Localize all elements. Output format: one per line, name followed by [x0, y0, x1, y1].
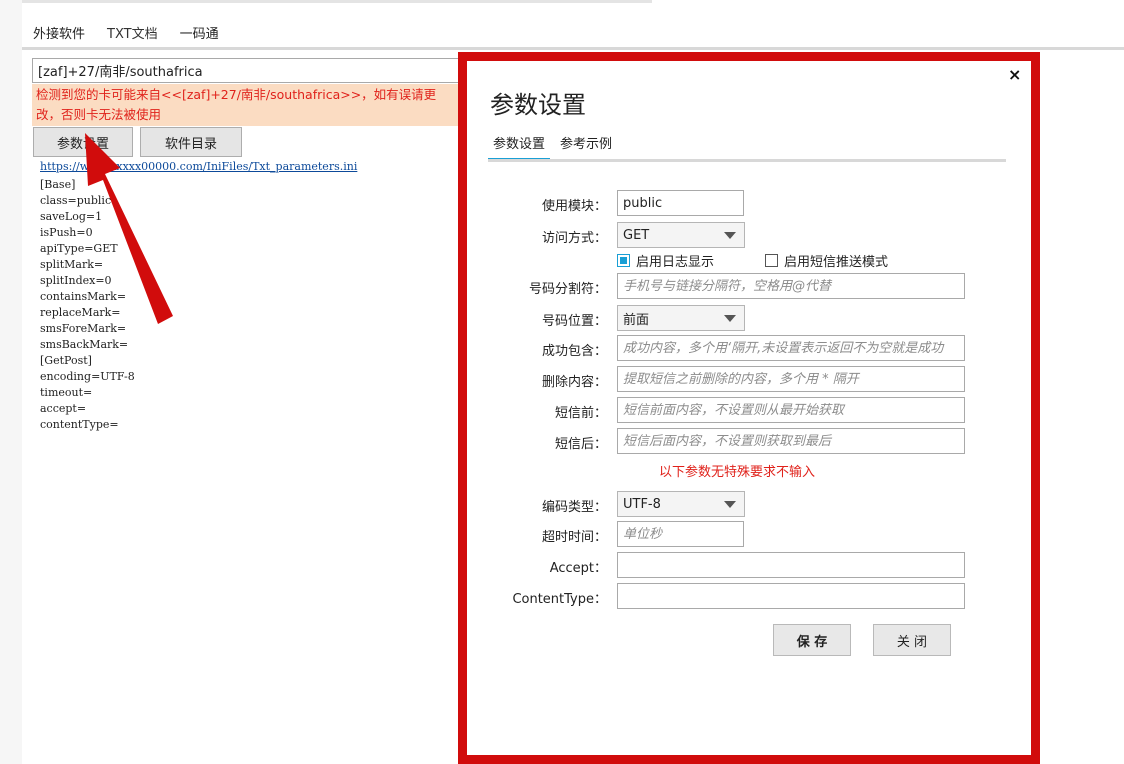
- contains-mark-field[interactable]: [617, 335, 965, 361]
- encoding-select[interactable]: UTF-8: [617, 491, 745, 517]
- ini-line: timeout=: [40, 386, 93, 399]
- dialog-tabs: 参数设置 参考示例: [488, 125, 622, 161]
- tab-reference-example[interactable]: 参考示例: [555, 125, 617, 161]
- software-directory-button[interactable]: 软件目录: [140, 127, 242, 157]
- sms-back-mark-field[interactable]: [617, 428, 965, 454]
- position-select-value: 前面: [623, 312, 650, 328]
- chevron-down-icon: [724, 315, 736, 322]
- sms-fore-mark-field[interactable]: [617, 397, 965, 423]
- ini-line: [Base]: [40, 178, 76, 191]
- optional-params-note: 以下参数无特殊要求不输入: [659, 465, 816, 480]
- content-type-label: ContentType：: [512, 592, 607, 607]
- ini-line: encoding=UTF-8: [40, 370, 135, 383]
- ini-line: class=public: [40, 194, 112, 207]
- dialog-tabs-divider: [488, 159, 1006, 162]
- ini-line: [GetPost]: [40, 354, 92, 367]
- method-select-value: GET: [623, 227, 650, 243]
- ini-line: smsForeMark=: [40, 322, 127, 335]
- ini-line: splitIndex=0: [40, 274, 112, 287]
- remove-label: 删除内容：: [541, 375, 607, 390]
- method-label: 访问方式：: [541, 231, 607, 246]
- tab-param-settings[interactable]: 参数设置: [488, 125, 551, 161]
- ini-line: isPush=0: [40, 226, 93, 239]
- ini-line: splitMark=: [40, 258, 104, 271]
- module-label: 使用模块：: [541, 199, 607, 214]
- accept-label: Accept：: [549, 561, 607, 576]
- tab-external-software[interactable]: 外接软件: [22, 18, 96, 50]
- checkbox-unchecked-icon: [765, 254, 778, 267]
- sms-after-label: 短信后：: [554, 437, 607, 452]
- encoding-label: 编码类型：: [541, 500, 607, 515]
- ini-line: saveLog=1: [40, 210, 103, 223]
- timeout-label: 超时时间：: [541, 530, 607, 545]
- config-file-link[interactable]: https://www.xxxxx00000.com/IniFiles/Txt_…: [40, 160, 357, 173]
- ini-line: contentType=: [40, 418, 119, 431]
- dialog-title: 参数设置: [490, 91, 586, 119]
- ini-line: apiType=GET: [40, 242, 118, 255]
- position-label: 号码位置：: [541, 314, 607, 329]
- ini-line: replaceMark=: [40, 306, 121, 319]
- left-gutter: [0, 0, 22, 764]
- country-source-input[interactable]: [32, 58, 462, 83]
- split-label: 号码分割符：: [528, 282, 607, 297]
- top-divider: [22, 0, 652, 3]
- close-icon[interactable]: ×: [1008, 65, 1021, 84]
- tab-one-code[interactable]: 一码通: [169, 18, 230, 50]
- checkbox-checked-icon: [617, 254, 630, 267]
- contains-label: 成功包含：: [541, 344, 607, 359]
- sms-push-checkbox[interactable]: 启用短信推送模式: [765, 251, 888, 270]
- param-settings-dialog: 参数设置 × 参数设置 参考示例 使用模块： 访问方式： GET 启用日志显示 …: [458, 52, 1040, 764]
- close-button[interactable]: 关 闭: [873, 624, 951, 656]
- content-type-field[interactable]: [617, 583, 965, 609]
- sms-before-label: 短信前：: [554, 406, 607, 421]
- chevron-down-icon: [724, 501, 736, 508]
- ini-config-text: [Base] class=public saveLog=1 isPush=0 apiTy…: [40, 177, 135, 433]
- log-display-checkbox[interactable]: 启用日志显示: [617, 251, 714, 270]
- module-field[interactable]: [617, 190, 744, 216]
- accept-field[interactable]: [617, 552, 965, 578]
- ini-line: accept=: [40, 402, 87, 415]
- tabs-divider: [22, 47, 1124, 50]
- split-mark-field[interactable]: [617, 273, 965, 299]
- app-window: 外接软件 TXT文档 一码通 检测到您的卡可能来自<<[zaf]+27/南非/s…: [0, 0, 1124, 764]
- ini-line: smsBackMark=: [40, 338, 129, 351]
- position-select[interactable]: 前面: [617, 305, 745, 331]
- timeout-field[interactable]: [617, 521, 744, 547]
- log-display-label: 启用日志显示: [636, 255, 715, 270]
- encoding-select-value: UTF-8: [623, 496, 661, 512]
- save-button[interactable]: 保 存: [773, 624, 851, 656]
- tab-txt-document[interactable]: TXT文档: [96, 18, 169, 50]
- method-select[interactable]: GET: [617, 222, 745, 248]
- chevron-down-icon: [724, 232, 736, 239]
- sms-push-label: 启用短信推送模式: [784, 255, 889, 270]
- main-tabs: 外接软件 TXT文档 一码通: [22, 18, 230, 50]
- card-origin-warning: 检测到您的卡可能来自<<[zaf]+27/南非/southafrica>>，如有…: [32, 84, 462, 126]
- ini-line: containsMark=: [40, 290, 127, 303]
- replace-mark-field[interactable]: [617, 366, 965, 392]
- param-settings-button[interactable]: 参数设置: [33, 127, 133, 157]
